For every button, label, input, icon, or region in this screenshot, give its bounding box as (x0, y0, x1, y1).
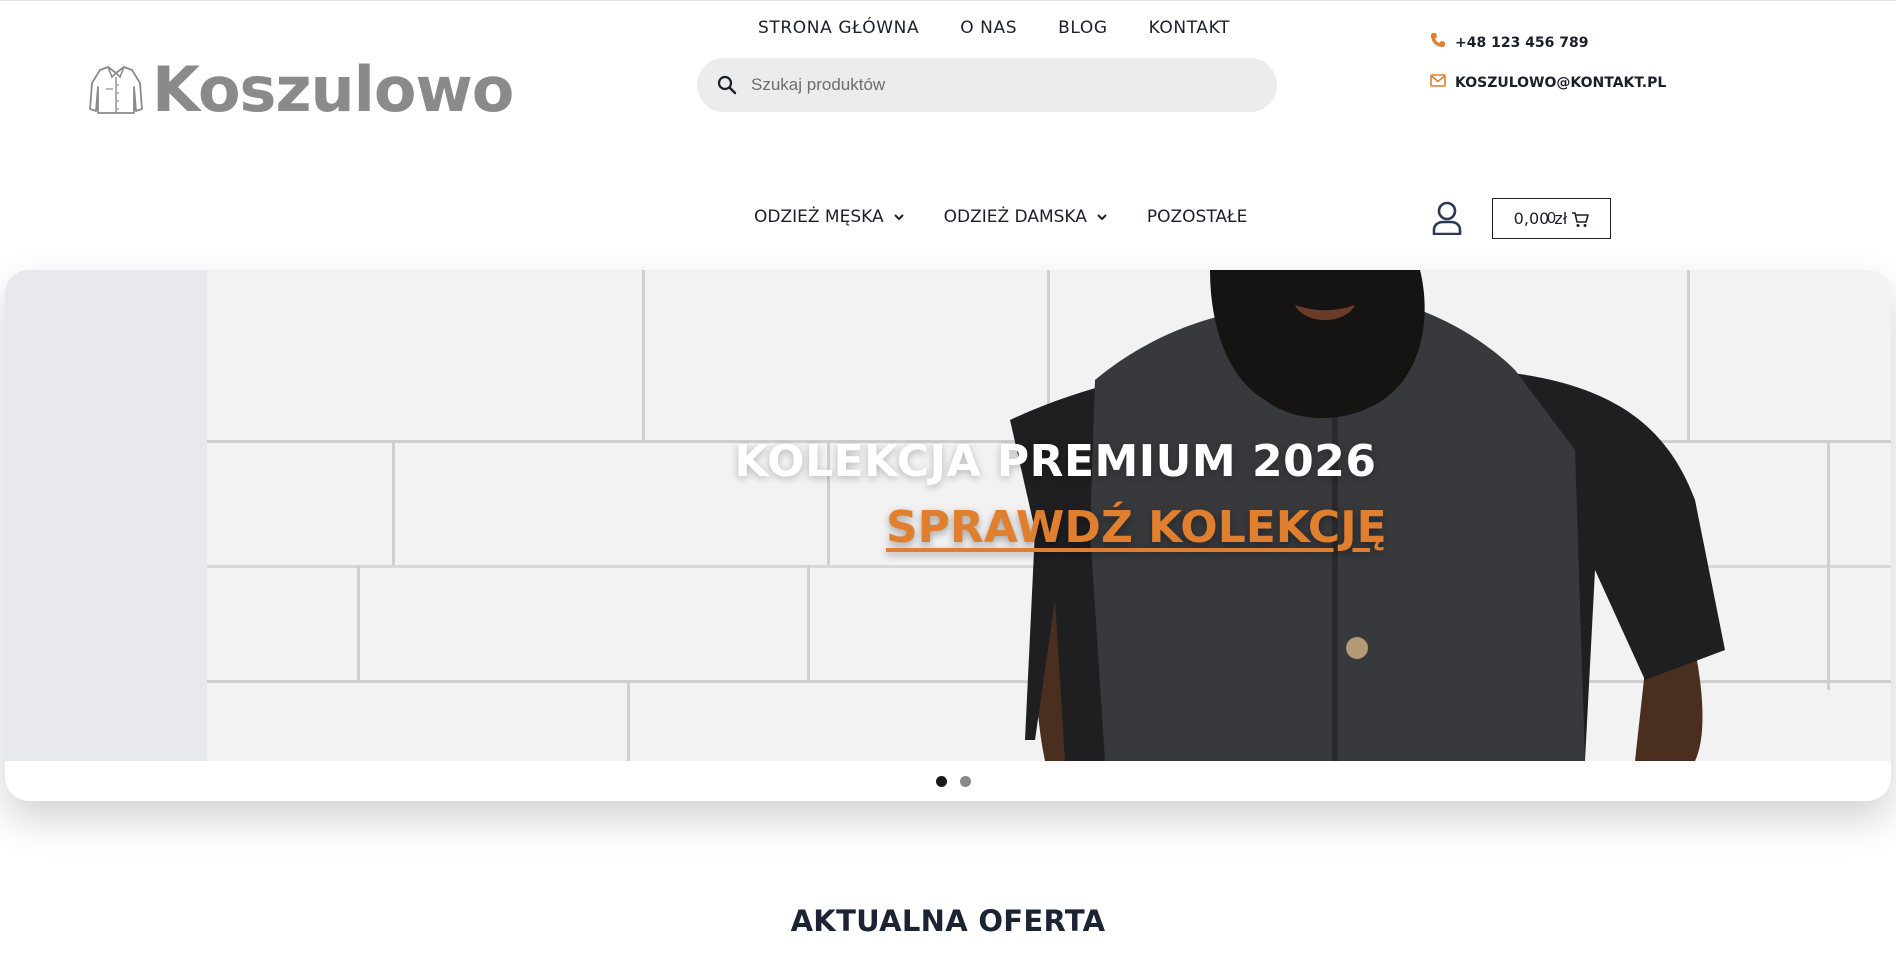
shirt-logo-icon (88, 63, 144, 117)
menu-other-label: POZOSTAŁE (1146, 207, 1248, 227)
chevron-down-icon (1097, 212, 1107, 222)
search-input[interactable] (749, 74, 1253, 96)
email-address: KOSZULOWO@KONTAKT.PL (1455, 75, 1667, 91)
hero-title: KOLEKCJA PREMIUM 2026 (734, 436, 1377, 487)
user-icon[interactable] (1432, 201, 1462, 236)
slider-dot-2[interactable] (960, 776, 971, 787)
cart-count-badge: 0 (1547, 209, 1556, 227)
nav-about-link[interactable]: O NAS (960, 17, 1017, 39)
menu-womens-label: ODZIEŻ DAMSKA (943, 207, 1087, 227)
phone-icon (1430, 32, 1446, 53)
nav-contact-link[interactable]: KONTAKT (1149, 17, 1230, 39)
search-bar (697, 58, 1277, 112)
menu-womens-clothing[interactable]: ODZIEŻ DAMSKA (944, 206, 1107, 228)
site-logo[interactable]: Koszulowo (88, 53, 514, 126)
hero-slider: KOLEKCJA PREMIUM 2026 SPRAWDŹ KOLEKCJĘ (5, 270, 1891, 801)
section-title: AKTUALNA OFERTA (790, 904, 1106, 939)
main-navigation: ODZIEŻ MĘSKA ODZIEŻ DAMSKA POZOSTAŁE (754, 206, 1287, 228)
slider-pagination (936, 776, 971, 787)
hero-slide[interactable]: KOLEKCJA PREMIUM 2026 SPRAWDŹ KOLEKCJĘ (5, 270, 1891, 761)
menu-other[interactable]: POZOSTAŁE (1147, 206, 1247, 228)
chevron-down-icon (893, 212, 904, 222)
slider-dot-1[interactable] (936, 776, 947, 787)
top-navigation: STRONA GŁÓWNA O NAS BLOG KONTAKT (758, 17, 1230, 39)
menu-mens-label: ODZIEŻ MĘSKA (754, 207, 884, 227)
logo-text: Koszulowo (152, 53, 514, 126)
top-divider (0, 0, 1896, 1)
hero-cta-link[interactable]: SPRAWDŹ KOLEKCJĘ (886, 502, 1387, 553)
nav-home-link[interactable]: STRONA GŁÓWNA (758, 17, 919, 39)
mail-icon (1430, 74, 1446, 92)
nav-blog-link[interactable]: BLOG (1058, 17, 1107, 39)
phone-contact[interactable]: +48 123 456 789 (1430, 32, 1589, 53)
search-icon[interactable] (717, 74, 739, 96)
menu-mens-clothing[interactable]: ODZIEŻ MĘSKA (754, 206, 904, 228)
phone-number: +48 123 456 789 (1455, 34, 1589, 51)
email-contact[interactable]: KOSZULOWO@KONTAKT.PL (1430, 74, 1666, 92)
